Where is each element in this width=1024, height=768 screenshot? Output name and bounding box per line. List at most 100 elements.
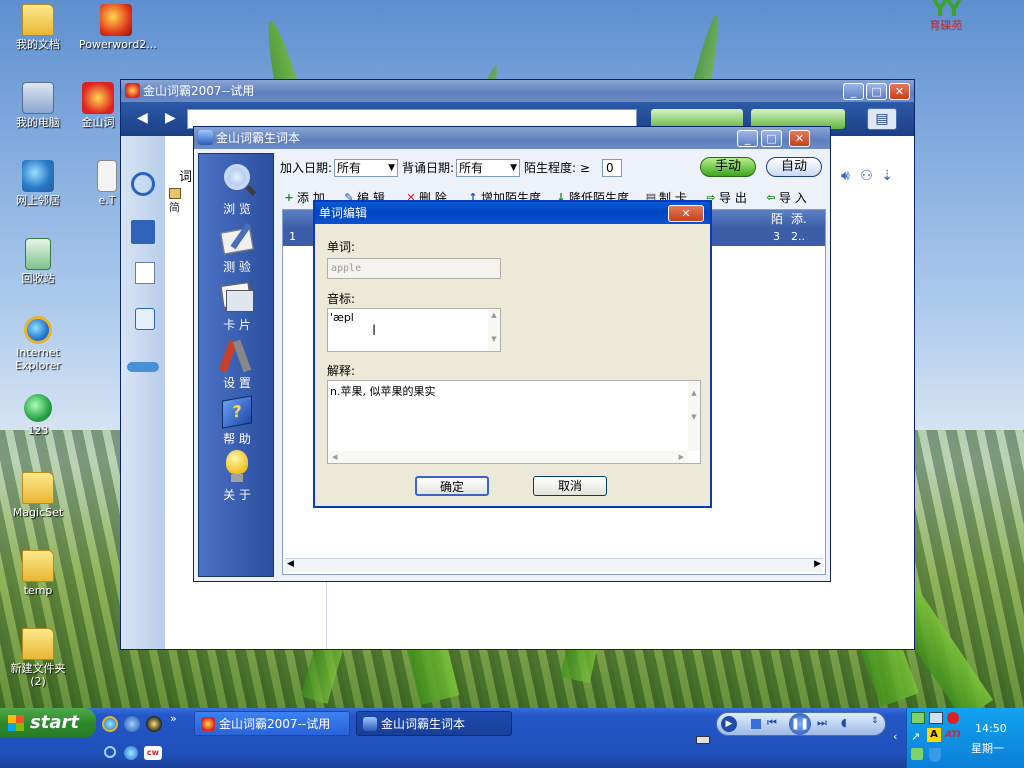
forward-arrow-icon[interactable]: ▶ xyxy=(165,110,176,126)
minimize-button[interactable]: _ xyxy=(843,83,864,100)
logo-mark: YY xyxy=(932,0,962,22)
sync-icon[interactable] xyxy=(127,362,159,372)
app-icon xyxy=(125,83,140,98)
word-icon[interactable]: ⚇ xyxy=(860,168,873,184)
maximize-button[interactable]: □ xyxy=(866,83,887,100)
ok-button[interactable]: 确定 xyxy=(415,476,489,496)
minimize-button[interactable]: _ xyxy=(737,130,758,147)
qq-quicklaunch-icon[interactable] xyxy=(146,716,162,732)
logo-text: 育碟苑 xyxy=(929,19,963,32)
security-tray-icon[interactable] xyxy=(911,748,923,760)
vertical-scrollbar[interactable]: ▲ ▼ xyxy=(688,381,700,451)
search-quicklaunch-icon[interactable] xyxy=(104,746,116,758)
cnw-quicklaunch-icon[interactable]: cw xyxy=(144,746,162,760)
strangeness-label: 陌生程度: ≥ xyxy=(524,161,590,175)
vertical-scrollbar[interactable]: ▲ ▼ xyxy=(488,309,500,351)
folder-icon xyxy=(22,472,54,504)
expand-arrows-icon[interactable]: » xyxy=(170,712,177,725)
sidebar-item-cards[interactable]: 卡 片 xyxy=(215,278,259,333)
main-window-title: 金山词霸2007--试用 xyxy=(143,84,255,98)
desktop-icon-magicset[interactable]: MagicSet xyxy=(0,472,76,519)
desktop-icon-temp[interactable]: temp xyxy=(0,550,76,597)
back-arrow-icon[interactable]: ◀ xyxy=(137,110,148,126)
player-logo-icon[interactable]: ▶ xyxy=(721,716,737,732)
desktop-icon-file[interactable]: e.T xyxy=(92,160,122,207)
player-menu-icon[interactable]: ⇕ xyxy=(871,716,879,726)
scroll-right-arrow-icon[interactable]: ▶ xyxy=(814,559,821,569)
tray-expand-icon[interactable]: ‹ xyxy=(893,730,897,743)
monitor-tray-icon[interactable] xyxy=(929,712,943,724)
cancel-button[interactable]: 取消 xyxy=(533,476,607,496)
desktop-icon-ie[interactable]: Internet Explorer xyxy=(0,316,76,372)
strangeness-input[interactable]: 0 xyxy=(602,159,622,177)
start-button[interactable]: start xyxy=(0,708,96,738)
main-window-titlebar[interactable]: 金山词霸2007--试用 _ □ ✕ xyxy=(121,80,914,102)
network-tray-icon[interactable] xyxy=(911,712,925,724)
keyboard-icon[interactable] xyxy=(696,736,710,744)
import-icon: ⇦ xyxy=(766,191,776,204)
sidebar-item-about[interactable]: 关 于 xyxy=(215,448,259,503)
sidebar-item-help[interactable]: ? 帮 助 xyxy=(215,392,259,447)
desktop-icon-label: 金山词 xyxy=(81,116,115,129)
phonetic-input[interactable]: 'æpl I ▲ ▼ xyxy=(327,308,501,352)
desktop-icon-new-folder[interactable]: 新建文件夹 (2) xyxy=(0,628,76,688)
desktop-icon-powerword[interactable]: Powerword2... xyxy=(78,4,157,51)
desktop-icon-kingsoft[interactable]: 金山词 xyxy=(74,82,122,129)
sidebar-item-browse[interactable]: 浏 览 xyxy=(215,162,259,217)
desktop-icon-recycle-bin[interactable]: 回收站 xyxy=(0,238,76,285)
add-date-select[interactable]: 所有 ▼ xyxy=(334,159,398,177)
dialog-close-button[interactable]: ✕ xyxy=(668,205,704,222)
volume-icon[interactable]: ◖ xyxy=(841,716,847,729)
book-icon[interactable] xyxy=(131,220,155,244)
desktop-icon-my-computer[interactable]: 我的电脑 xyxy=(0,82,76,129)
search-icon[interactable] xyxy=(131,172,155,196)
row-index: 1 xyxy=(289,230,296,243)
desktop-icon-network[interactable]: 网上邻居 xyxy=(0,160,76,207)
shield-tray-icon[interactable] xyxy=(929,748,941,762)
review-date-select[interactable]: 所有 ▼ xyxy=(456,159,520,177)
media-quicklaunch-icon[interactable] xyxy=(124,716,140,732)
speaker-icon[interactable]: 🔊︎ xyxy=(841,168,850,184)
scroll-left-arrow-icon[interactable]: ◀ xyxy=(287,559,294,569)
vocab-window-titlebar[interactable]: 金山词霸生词本 _ □ ✕ xyxy=(194,127,830,149)
ie-quicklaunch-icon[interactable] xyxy=(102,716,118,732)
column-header-added[interactable]: 添. xyxy=(791,210,807,228)
next-icon[interactable]: ⏭︎ xyxy=(817,716,827,730)
clock-time[interactable]: 14:50 xyxy=(975,722,1007,735)
sidebar-item-settings[interactable]: 设 置 xyxy=(215,336,259,391)
definition-textarea[interactable]: n.苹果, 似苹果的果实 ▲ ▼ ◀ ▶ xyxy=(327,380,701,464)
edit-icon[interactable] xyxy=(135,262,155,284)
arrow-tray-icon[interactable]: ↗ xyxy=(911,730,920,743)
horizontal-scrollbar[interactable]: ◀ ▶ xyxy=(328,451,688,463)
sidebar-item-test[interactable]: 测 验 xyxy=(215,220,259,275)
word-input[interactable]: apple xyxy=(327,258,501,279)
stop-icon[interactable] xyxy=(751,719,761,729)
main-right-icons: 🔊︎ ⚇ ⇣ xyxy=(841,166,913,186)
taskbar-item-vocab[interactable]: 金山词霸生词本 xyxy=(356,711,512,736)
column-header-strangeness[interactable]: 陌 xyxy=(771,210,783,228)
close-button[interactable]: ✕ xyxy=(889,83,910,100)
pause-icon[interactable]: ❚❚ xyxy=(789,713,811,735)
translate-icon[interactable] xyxy=(135,308,155,330)
record-tray-icon[interactable] xyxy=(947,712,959,724)
warning-tray-icon[interactable]: A xyxy=(927,728,941,742)
maximize-button[interactable]: □ xyxy=(761,130,782,147)
horizontal-scrollbar[interactable]: ◀ ▶ xyxy=(285,558,823,572)
ati-tray-icon[interactable]: ATI xyxy=(945,730,961,740)
menu-icon[interactable]: ▤ xyxy=(867,108,897,130)
filter-bar: 加入日期: 所有 ▼ 背诵日期: 所有 ▼ 陌生程度: ≥ 0 手动 自动 xyxy=(278,157,826,181)
browser-quicklaunch-icon[interactable] xyxy=(124,746,138,760)
dialog-titlebar[interactable]: 单词编辑 ✕ xyxy=(315,202,710,224)
system-tray: ‹ ↗ A ATI 14:50 星期一 xyxy=(893,708,1024,768)
down-arrow-icon[interactable]: ⇣ xyxy=(881,168,893,184)
close-button[interactable]: ✕ xyxy=(789,130,810,147)
text-cursor-icon: I xyxy=(372,323,377,339)
auto-button[interactable]: 自动 xyxy=(766,157,822,177)
previous-icon[interactable]: ⏮︎ xyxy=(767,716,777,730)
manual-button[interactable]: 手动 xyxy=(700,157,756,177)
desktop-icon-123[interactable]: 123 xyxy=(0,394,76,437)
taskbar-item-main[interactable]: 金山词霸2007--试用 xyxy=(194,711,350,736)
clock-day[interactable]: 星期一 xyxy=(971,740,1004,756)
desktop-icon-my-documents[interactable]: 我的文档 xyxy=(0,4,76,51)
import-button[interactable]: ⇦ 导 入 xyxy=(764,189,806,207)
